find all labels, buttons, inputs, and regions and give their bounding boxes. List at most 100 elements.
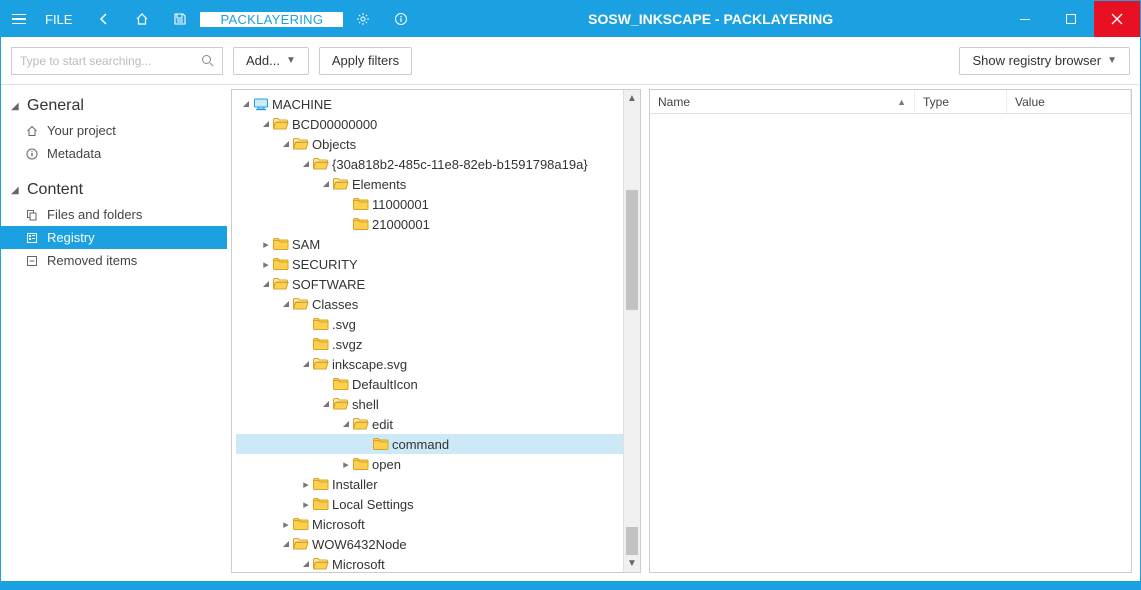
show-registry-browser-button[interactable]: Show registry browser ▼ [959,47,1130,75]
collapse-icon[interactable]: ◢ [320,179,332,188]
tree-node[interactable]: DefaultIcon [236,374,640,394]
tree-node-label: Elements [352,177,412,192]
sidebar-item-removed[interactable]: Removed items [1,249,227,272]
file-menu[interactable]: FILE [39,12,84,27]
maximize-button[interactable] [1048,1,1094,37]
add-button[interactable]: Add... ▼ [233,47,309,75]
collapse-icon[interactable]: ◢ [300,559,312,568]
expand-icon[interactable]: ▸ [300,498,312,511]
tree-node[interactable]: ◢SOFTWARE [236,274,640,294]
back-button[interactable] [86,1,122,37]
tree-node[interactable]: .svg [236,314,640,334]
collapse-icon[interactable]: ◢ [300,159,312,168]
sidebar-item-your-project[interactable]: Your project [1,119,227,142]
search-icon [201,54,214,67]
folder-icon [312,498,330,510]
tree-node[interactable]: ▸ Local Settings [236,494,640,514]
expand-icon[interactable]: ▸ [260,258,272,271]
info-button[interactable] [383,1,419,37]
collapse-icon[interactable]: ◢ [260,119,272,128]
hamburger-menu[interactable] [1,1,37,37]
window-title: SOSW_INKSCAPE - PACKLAYERING [419,1,1002,37]
scrollbar-thumb[interactable] [626,190,638,310]
show-registry-label: Show registry browser [972,53,1101,68]
registry-tree[interactable]: ◢MACHINE◢BCD00000000◢Objects◢{30a818b2-4… [232,90,640,572]
apply-filters-button[interactable]: Apply filters [319,47,412,75]
tree-node[interactable]: ◢Classes [236,294,640,314]
folder-open-icon [312,358,330,370]
save-button[interactable] [162,1,198,37]
tree-node[interactable]: ▸Installer [236,474,640,494]
registry-values-body [650,114,1131,572]
tree-node[interactable]: ◢ BCD00000000 [236,114,640,134]
scroll-up-button[interactable]: ▲ [624,90,640,107]
tree-node[interactable]: ◢ Elements [236,174,640,194]
tree-node-label: inkscape.svg [332,357,413,372]
search-box[interactable] [11,47,223,75]
tree-node[interactable]: ◢WOW6432Node [236,534,640,554]
tree-node-label: Local Settings [332,497,420,512]
tree-node-label: BCD00000000 [292,117,383,132]
collapse-icon[interactable]: ◢ [320,399,332,408]
scrollbar[interactable]: ▲ ▼ [623,90,640,572]
sidebar-group-title: General [27,97,84,115]
folder-icon [352,198,370,210]
scrollbar-thumb[interactable] [626,527,638,555]
close-button[interactable] [1094,1,1140,37]
sidebar-group-content[interactable]: ◢ Content [1,177,227,203]
tree-node[interactable]: ◢ {30a818b2-485c-11e8-82eb-b1591798a19a} [236,154,640,174]
folder-open-icon [312,158,330,170]
tree-node-label: DefaultIcon [352,377,424,392]
sidebar-item-registry[interactable]: Registry [1,226,227,249]
expand-icon[interactable]: ▸ [280,518,292,531]
collapse-icon[interactable]: ◢ [240,99,252,108]
search-input[interactable] [20,54,201,68]
tree-node[interactable]: ◢shell [236,394,640,414]
tree-node[interactable]: ◢ inkscape.svg [236,354,640,374]
tree-node[interactable]: ◢MACHINE [236,94,640,114]
column-value[interactable]: Value [1007,90,1131,113]
tree-node-label: {30a818b2-485c-11e8-82eb-b1591798a19a} [332,157,594,172]
tree-node[interactable]: ▸Microsoft [236,514,640,534]
registry-values-panel: Name ▲ Type Value [649,89,1132,573]
sort-asc-icon: ▲ [897,97,906,107]
column-type[interactable]: Type [915,90,1007,113]
sidebar-item-metadata[interactable]: Metadata [1,142,227,165]
column-name[interactable]: Name ▲ [650,90,915,113]
collapse-icon[interactable]: ◢ [280,539,292,548]
folder-icon [352,458,370,470]
tab-packlayering[interactable]: PACKLAYERING [200,12,343,27]
folder-open-icon [332,398,350,410]
column-label: Type [923,95,949,109]
collapse-icon[interactable]: ◢ [300,359,312,368]
scroll-down-button[interactable]: ▼ [624,555,640,572]
tree-node-label: command [392,437,455,452]
folder-icon [292,518,310,530]
collapse-icon[interactable]: ◢ [280,299,292,308]
expand-icon[interactable]: ▸ [300,478,312,491]
sidebar-item-label: Files and folders [47,207,142,222]
folder-open-icon [272,118,290,130]
expand-icon[interactable]: ▸ [340,458,352,471]
tree-node[interactable]: ▸SECURITY [236,254,640,274]
tree-node[interactable]: 21000001 [236,214,640,234]
sidebar-item-files-folders[interactable]: Files and folders [1,203,227,226]
tree-node[interactable]: ◢Microsoft [236,554,640,572]
tree-node[interactable]: ▸open [236,454,640,474]
tree-node[interactable]: 11000001 [236,194,640,214]
minimize-button[interactable] [1002,1,1048,37]
tree-node[interactable]: ◢edit [236,414,640,434]
collapse-icon[interactable]: ◢ [280,139,292,148]
collapse-icon[interactable]: ◢ [260,279,272,288]
sidebar-group-general[interactable]: ◢ General [1,93,227,119]
settings-button[interactable] [345,1,381,37]
status-strip [1,581,1140,589]
tree-node[interactable]: command [236,434,640,454]
tree-node[interactable]: ▸SAM [236,234,640,254]
tree-node[interactable]: .svgz [236,334,640,354]
tree-node-label: 21000001 [372,217,436,232]
collapse-icon[interactable]: ◢ [340,419,352,428]
expand-icon[interactable]: ▸ [260,238,272,251]
home-button[interactable] [124,1,160,37]
tree-node[interactable]: ◢Objects [236,134,640,154]
